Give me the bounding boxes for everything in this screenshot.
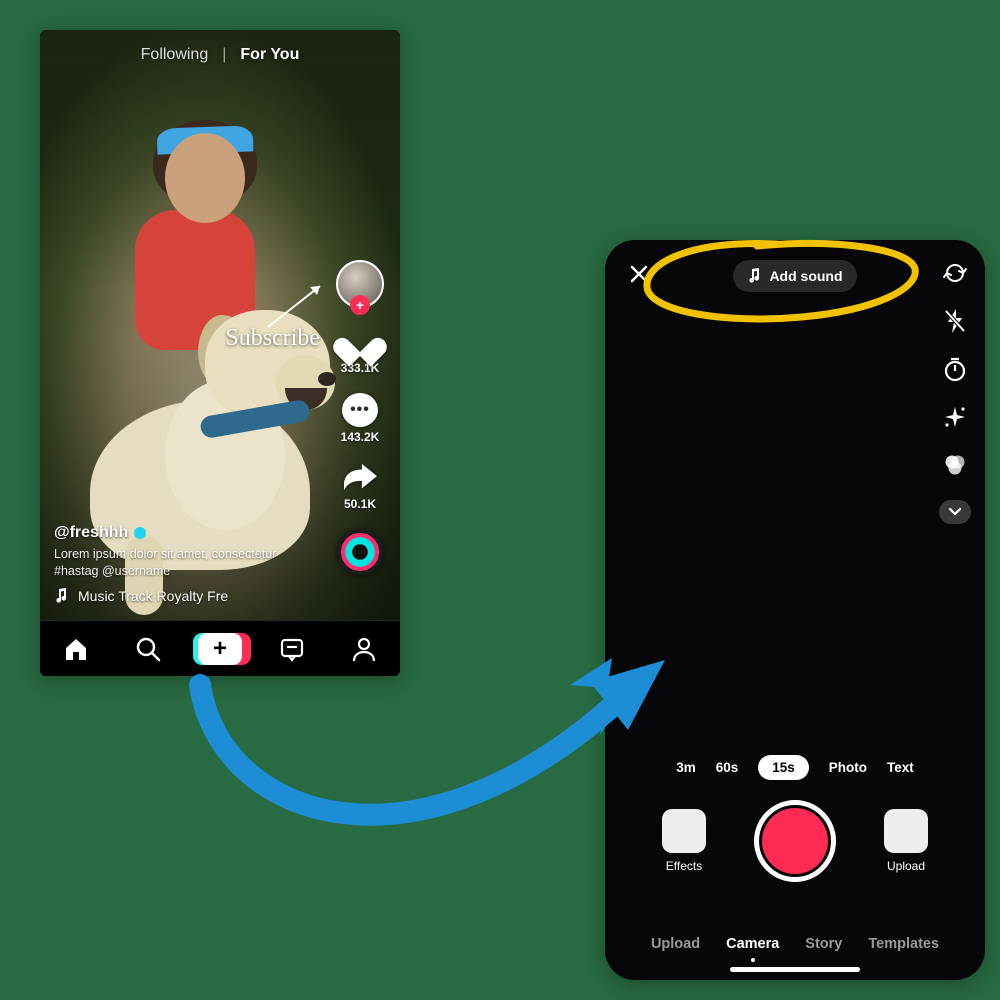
tab-following[interactable]: Following bbox=[141, 46, 209, 64]
add-sound-button[interactable]: Add sound bbox=[733, 260, 856, 292]
mode-upload[interactable]: Upload bbox=[651, 936, 700, 952]
username-row[interactable]: @freshhh bbox=[54, 524, 320, 542]
inbox-icon bbox=[278, 635, 306, 663]
subscribe-label: Subscribe bbox=[225, 325, 320, 352]
tab-for-you[interactable]: For You bbox=[240, 46, 299, 64]
flip-icon bbox=[942, 260, 968, 286]
effects-thumbnail bbox=[662, 809, 706, 853]
nav-inbox[interactable] bbox=[270, 627, 314, 671]
upload-thumbnail bbox=[884, 809, 928, 853]
record-icon bbox=[762, 808, 828, 874]
home-indicator bbox=[730, 967, 860, 972]
mode-story[interactable]: Story bbox=[805, 936, 842, 952]
flash-button[interactable] bbox=[942, 308, 968, 334]
sparkle-icon bbox=[942, 404, 968, 430]
filters-icon bbox=[942, 452, 968, 478]
profile-icon bbox=[350, 635, 378, 663]
timer-icon bbox=[942, 356, 968, 382]
comment-button[interactable]: 143.2K bbox=[341, 393, 380, 444]
effects-sparkle-button[interactable] bbox=[942, 404, 968, 430]
nav-profile[interactable] bbox=[342, 627, 386, 671]
verified-badge-icon bbox=[134, 527, 146, 539]
mode-selector: Upload Camera Story Templates bbox=[605, 936, 985, 952]
comment-icon bbox=[342, 393, 378, 427]
flip-camera-button[interactable] bbox=[942, 260, 968, 286]
duration-photo[interactable]: Photo bbox=[829, 760, 867, 775]
upload-button[interactable]: Upload bbox=[884, 809, 928, 873]
share-count: 50.1K bbox=[344, 497, 376, 511]
record-button[interactable] bbox=[754, 800, 836, 882]
creator-avatar[interactable]: + bbox=[336, 260, 384, 308]
feed-screen: Following | For You Subscribe + 333.1K 1… bbox=[40, 30, 400, 676]
chevron-down-icon bbox=[948, 507, 962, 517]
create-icon: + bbox=[198, 633, 242, 665]
duration-60s[interactable]: 60s bbox=[716, 760, 739, 775]
music-note-icon bbox=[54, 588, 68, 604]
home-icon bbox=[62, 635, 90, 663]
username-text: @freshhh bbox=[54, 524, 128, 542]
feed-side-actions: + 333.1K 143.2K 50.1K bbox=[330, 260, 390, 575]
add-sound-label: Add sound bbox=[769, 268, 842, 284]
camera-tool-rail bbox=[939, 260, 971, 524]
duration-text[interactable]: Text bbox=[887, 760, 914, 775]
nav-search[interactable] bbox=[126, 627, 170, 671]
timer-button[interactable] bbox=[942, 356, 968, 382]
music-row[interactable]: Music Track Royalty Fre bbox=[54, 588, 320, 604]
music-title: Music Track Royalty Fre bbox=[78, 588, 228, 604]
follow-plus-icon[interactable]: + bbox=[350, 295, 370, 315]
caption-block: @freshhh Lorem ipsum dolor sit amet, con… bbox=[54, 524, 320, 604]
effects-label: Effects bbox=[666, 859, 702, 873]
tab-separator: | bbox=[222, 46, 226, 64]
bottom-nav: + bbox=[40, 620, 400, 676]
duration-3m[interactable]: 3m bbox=[676, 760, 696, 775]
search-icon bbox=[134, 635, 162, 663]
heart-icon bbox=[342, 326, 378, 358]
like-button[interactable]: 333.1K bbox=[341, 326, 380, 375]
sound-disc-icon[interactable] bbox=[337, 529, 383, 575]
mode-camera[interactable]: Camera bbox=[726, 936, 779, 952]
nav-create[interactable]: + bbox=[198, 627, 242, 671]
share-icon bbox=[341, 462, 379, 494]
comment-count: 143.2K bbox=[341, 430, 380, 444]
music-note-icon bbox=[747, 268, 761, 284]
nav-home[interactable] bbox=[54, 627, 98, 671]
caption-text: Lorem ipsum dolor sit amet, consectetur … bbox=[54, 546, 320, 580]
camera-screen: Add sound 3m 60s bbox=[605, 240, 985, 980]
record-row: Effects Upload bbox=[605, 800, 985, 882]
share-button[interactable]: 50.1K bbox=[341, 462, 379, 511]
effects-button[interactable]: Effects bbox=[662, 809, 706, 873]
feed-top-tabs: Following | For You bbox=[40, 46, 400, 64]
filters-button[interactable] bbox=[942, 452, 968, 478]
duration-selector: 3m 60s 15s Photo Text bbox=[605, 755, 985, 780]
duration-15s[interactable]: 15s bbox=[758, 755, 809, 780]
more-tools-button[interactable] bbox=[939, 500, 971, 524]
mode-templates[interactable]: Templates bbox=[868, 936, 939, 952]
flash-off-icon bbox=[944, 308, 966, 334]
upload-label: Upload bbox=[887, 859, 925, 873]
